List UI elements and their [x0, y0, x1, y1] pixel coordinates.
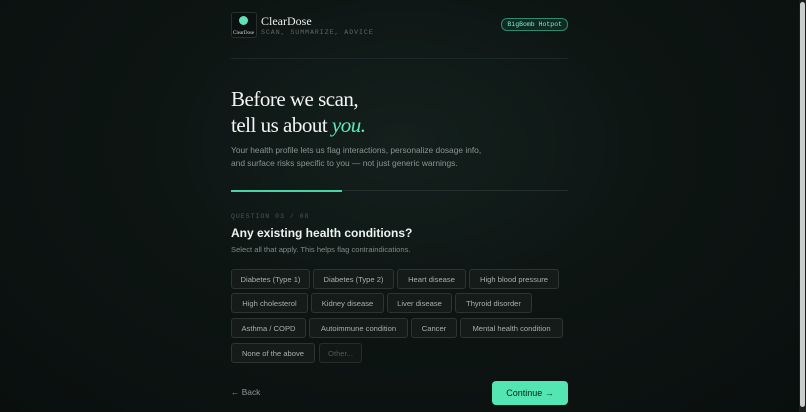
option-chip[interactable]: Kidney disease — [311, 293, 384, 313]
page-scrollbar[interactable] — [799, 0, 806, 412]
app-logo: ClearDose — [231, 12, 257, 38]
option-chip[interactable]: High blood pressure — [469, 269, 559, 289]
option-chip[interactable]: None of the above — [231, 343, 315, 363]
hero-title-line2: tell us about — [231, 113, 332, 137]
scrollbar-thumb[interactable] — [800, 2, 805, 407]
question-help: Select all that apply. This helps flag c… — [231, 245, 411, 254]
option-chip[interactable]: Diabetes (Type 1) — [231, 269, 310, 289]
logo-wordmark: ClearDose — [233, 31, 255, 36]
question-number: QUESTION 03 / 08 — [231, 213, 310, 220]
option-chip[interactable]: Heart disease — [397, 269, 466, 289]
hero-title-line1: Before we scan, — [231, 87, 359, 111]
team-badge: BigBomb Hotpot — [501, 18, 568, 31]
option-chip[interactable]: Mental health condition — [460, 318, 563, 338]
option-chip[interactable]: Thyroid disorder — [455, 293, 532, 313]
header-divider — [231, 58, 568, 59]
hero-title: Before we scan, tell us about you. — [231, 86, 366, 138]
app-header: ClearDose ClearDose SCAN, SUMMARIZE, ADV… — [231, 12, 568, 42]
onboarding-column: ClearDose ClearDose SCAN, SUMMARIZE, ADV… — [231, 0, 568, 412]
option-chip[interactable]: Autoimmune condition — [309, 318, 408, 338]
question-title: Any existing health conditions? — [231, 226, 413, 240]
back-button[interactable]: ← Back — [231, 387, 260, 397]
other-option-chip[interactable]: Other... — [319, 343, 362, 363]
progress-fill — [231, 189, 343, 192]
continue-button[interactable]: Continue → — [492, 381, 568, 405]
brand-name: ClearDose — [261, 14, 312, 28]
logo-mark-icon — [239, 16, 248, 25]
option-chip[interactable]: Asthma / COPD — [231, 318, 306, 338]
hero-title-accent: you. — [331, 113, 366, 137]
option-chip[interactable]: Cancer — [411, 318, 457, 338]
brand-tagline: SCAN, SUMMARIZE, ADVICE — [261, 29, 374, 36]
option-chip[interactable]: High cholesterol — [231, 293, 308, 313]
option-chip[interactable]: Diabetes (Type 2) — [313, 269, 394, 289]
option-chip[interactable]: Liver disease — [387, 293, 452, 313]
hero-subtitle: Your health profile lets us flag interac… — [231, 145, 482, 168]
